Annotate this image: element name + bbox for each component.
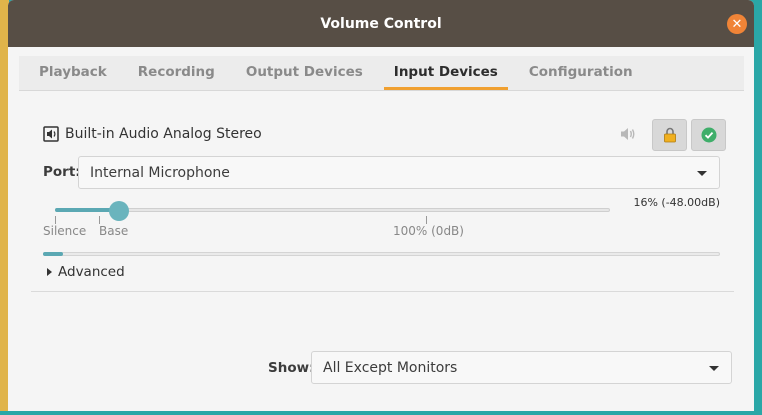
show-label: Show: — [268, 360, 315, 376]
desktop-background-bottom — [0, 411, 762, 415]
volume-control-window: Volume Control ✕ Playback Recording Outp… — [8, 0, 754, 411]
lock-icon — [663, 127, 676, 143]
chevron-right-icon — [47, 268, 52, 276]
tab-output-devices[interactable]: Output Devices — [236, 56, 373, 90]
tab-recording[interactable]: Recording — [128, 56, 225, 90]
tick-100 — [426, 216, 427, 224]
show-value: All Except Monitors — [323, 359, 458, 376]
device-header: Built-in Audio Analog Stereo — [43, 119, 726, 151]
tab-configuration[interactable]: Configuration — [519, 56, 643, 90]
tick-label-base: Base — [99, 224, 129, 238]
tab-playback[interactable]: Playback — [29, 56, 117, 90]
tab-label: Recording — [137, 63, 215, 80]
tick-silence — [55, 216, 56, 224]
volume-level-text: 16% (-48.00dB) — [633, 196, 720, 209]
chevron-down-icon — [697, 171, 707, 176]
tab-label: Output Devices — [245, 63, 363, 80]
chevron-down-icon — [709, 366, 719, 371]
advanced-expander[interactable]: Advanced — [47, 264, 125, 280]
volume-slider-track[interactable] — [55, 208, 610, 212]
close-icon: ✕ — [731, 16, 743, 32]
desktop-background-right — [754, 0, 762, 415]
volume-slider-handle[interactable] — [108, 201, 129, 221]
show-dropdown[interactable]: All Except Monitors — [311, 351, 732, 384]
window-title: Volume Control — [320, 15, 442, 32]
tick-label-100: 100% (0dB) — [393, 224, 464, 238]
peak-meter-fill — [43, 252, 63, 256]
port-value: Internal Microphone — [90, 164, 230, 181]
tick-label-silence: Silence — [43, 224, 87, 238]
tab-bar: Playback Recording Output Devices Input … — [19, 56, 744, 91]
input-device-panel: Built-in Audio Analog Stereo Port: Inter… — [31, 92, 734, 292]
speaker-icon — [43, 126, 59, 142]
lock-channels-button[interactable] — [652, 119, 687, 151]
peak-meter-track — [43, 252, 720, 256]
device-name: Built-in Audio Analog Stereo — [65, 126, 262, 142]
tab-label: Playback — [39, 63, 107, 80]
set-default-button[interactable] — [691, 119, 726, 151]
port-dropdown[interactable]: Internal Microphone — [78, 156, 720, 189]
check-circle-icon — [701, 127, 716, 143]
title-bar[interactable]: Volume Control ✕ — [8, 0, 754, 47]
tick-base — [99, 216, 100, 224]
port-label: Port: — [43, 164, 81, 180]
volume-mute-icon[interactable] — [619, 125, 637, 143]
advanced-label: Advanced — [58, 264, 125, 280]
close-button[interactable]: ✕ — [727, 14, 747, 34]
tab-input-devices[interactable]: Input Devices — [383, 56, 508, 90]
tab-label: Configuration — [528, 63, 633, 80]
tab-label: Input Devices — [393, 63, 498, 80]
